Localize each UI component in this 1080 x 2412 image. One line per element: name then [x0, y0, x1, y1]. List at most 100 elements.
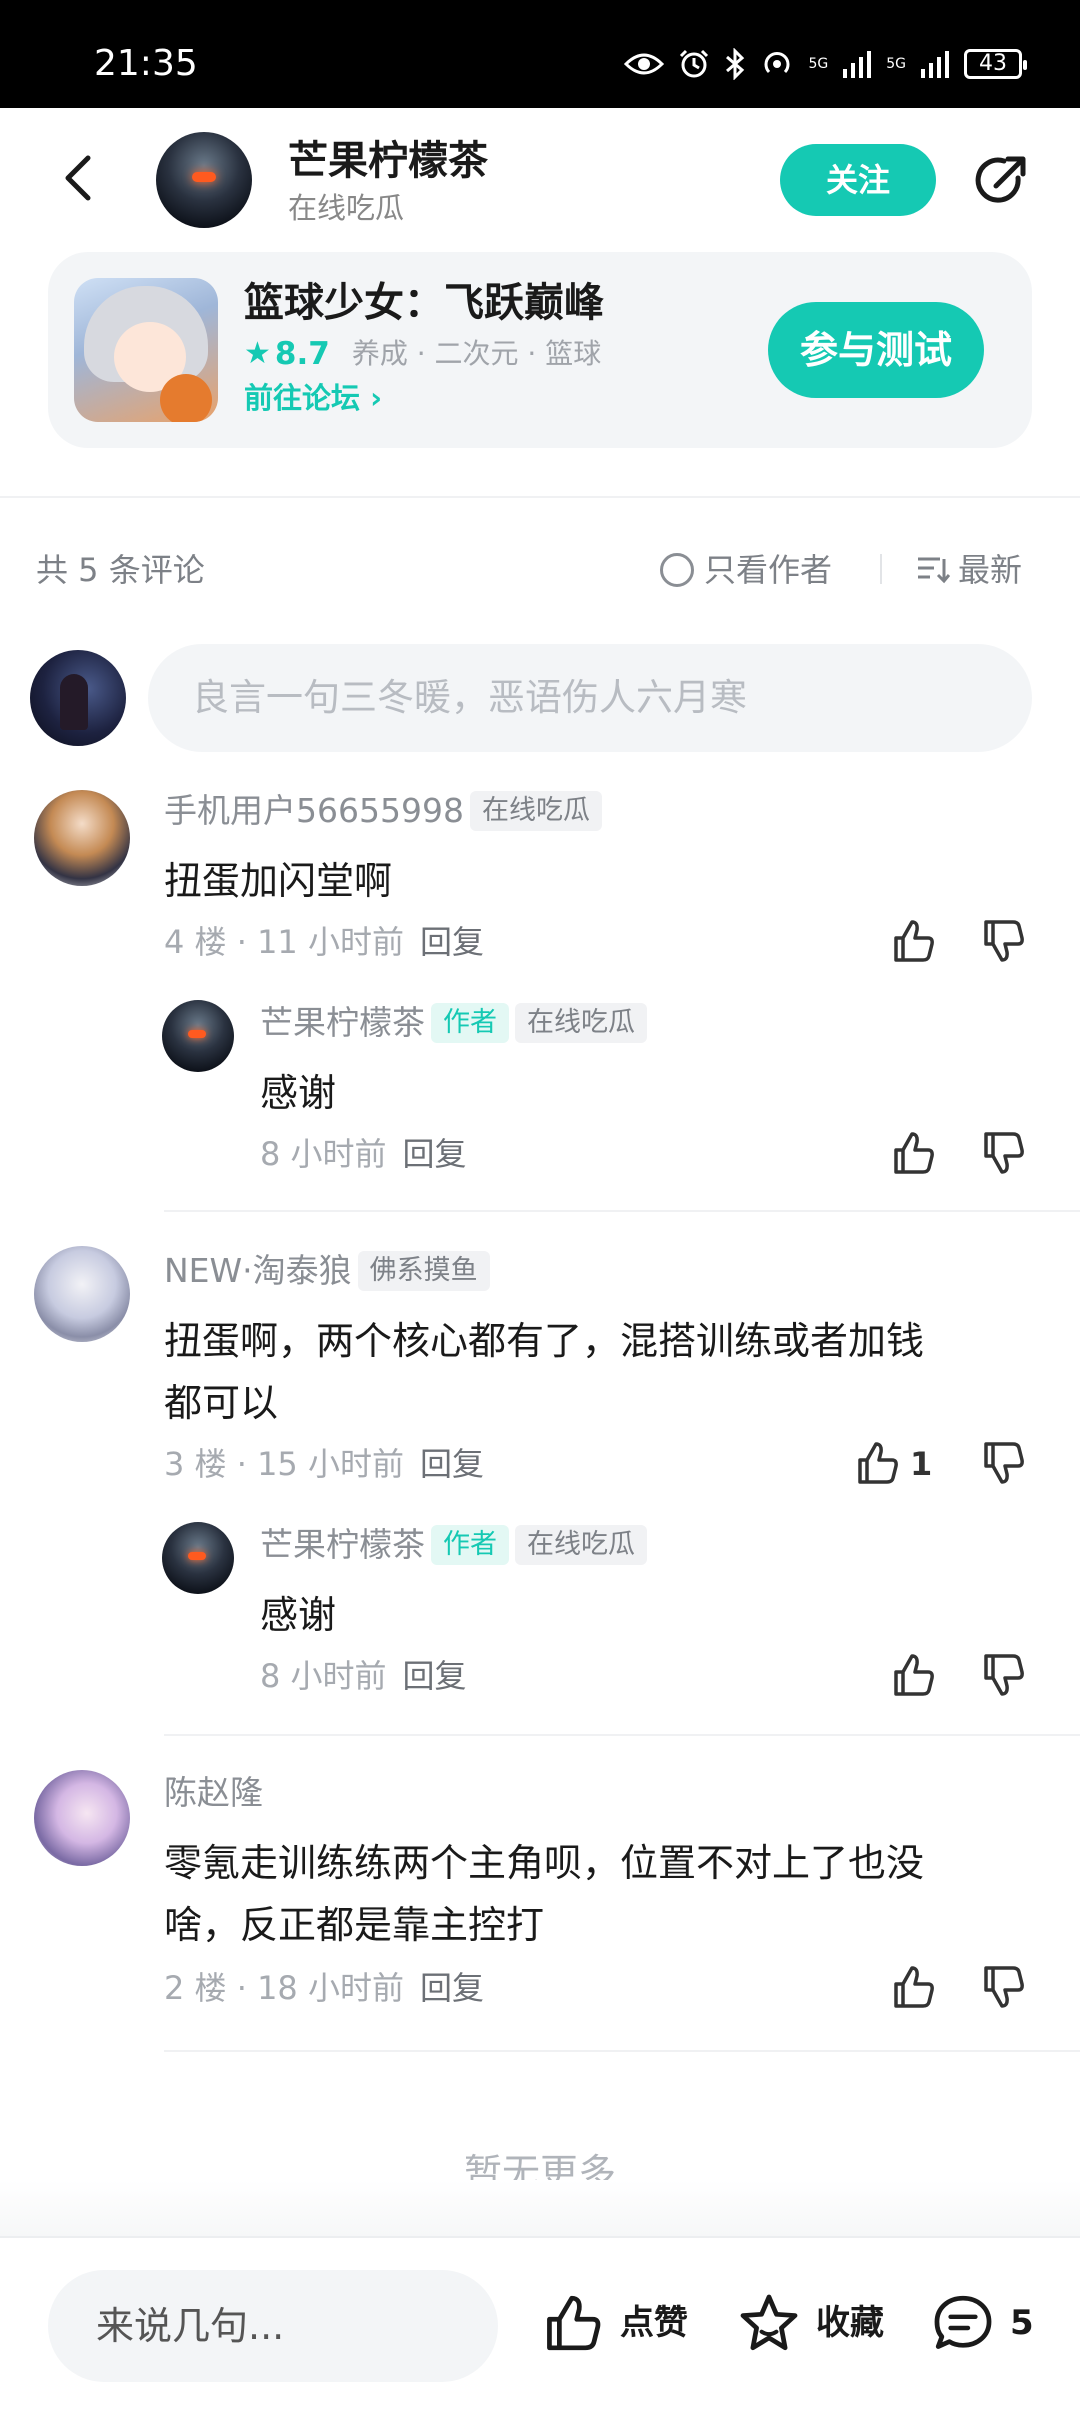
- comment-bubble-icon: [934, 2295, 992, 2349]
- share-icon[interactable]: [968, 148, 1034, 214]
- user-tag: 佛系摸鱼: [357, 1251, 490, 1291]
- favorite-button[interactable]: 收藏: [736, 2292, 884, 2354]
- reply-button[interactable]: 回复: [420, 1969, 484, 2007]
- like-button[interactable]: 点赞: [540, 2292, 688, 2354]
- thumbs-up-icon[interactable]: [888, 1650, 938, 1700]
- thumbs-down-icon[interactable]: [978, 1128, 1028, 1178]
- comments-button[interactable]: 5: [930, 2292, 1034, 2354]
- comment-time: 11 小时前: [257, 923, 404, 961]
- reply-button[interactable]: 回复: [403, 1135, 467, 1173]
- reply-meta: 8 小时前 回复: [260, 1656, 467, 1696]
- commenter-avatar[interactable]: [34, 790, 130, 886]
- author-only-toggle[interactable]: 只看作者: [660, 550, 832, 590]
- toolbar-divider: [880, 554, 882, 584]
- commenter-name[interactable]: 手机用户56655998 在线吃瓜: [164, 790, 602, 832]
- author-avatar[interactable]: [156, 132, 252, 228]
- signal-label-5g: 5G: [808, 56, 829, 72]
- game-icon[interactable]: [74, 278, 218, 422]
- signal-icon: [843, 51, 872, 78]
- reply-avatar[interactable]: [162, 1000, 234, 1072]
- say-something-input[interactable]: 来说几句...: [48, 2270, 498, 2382]
- sort-toggle[interactable]: 最新: [916, 550, 1022, 590]
- author-name[interactable]: 芒果柠檬茶: [288, 136, 488, 186]
- like-label: 点赞: [620, 2303, 688, 2343]
- user-tag: 在线吃瓜: [515, 1525, 647, 1565]
- reply-button[interactable]: 回复: [420, 1445, 484, 1483]
- comment-meta: 2 楼 · 18 小时前 回复: [164, 1969, 484, 2007]
- user-tag: 在线吃瓜: [469, 791, 602, 831]
- game-card[interactable]: 篮球少女：飞跃巅峰 ★ 8.7 养成 · 二次元 · 篮球 前往论坛 › 参与测…: [48, 252, 1032, 448]
- forum-link[interactable]: 前往论坛 ›: [244, 380, 382, 416]
- sort-icon: [918, 557, 950, 584]
- comment-count: 共 5 条评论: [36, 551, 205, 589]
- thumbs-up-icon[interactable]: [888, 1962, 938, 2012]
- like-count: 1: [910, 1445, 933, 1483]
- my-avatar[interactable]: [30, 650, 126, 746]
- thumbs-up-icon[interactable]: [888, 1128, 938, 1178]
- join-test-button[interactable]: 参与测试: [768, 302, 984, 398]
- divider: [0, 496, 1080, 498]
- thumbs-down-icon[interactable]: [978, 916, 1028, 966]
- comment-floor: 2 楼: [164, 1969, 227, 2007]
- follow-button[interactable]: 关注: [780, 144, 936, 216]
- bottom-action-bar: 来说几句... 点赞 收藏 5: [0, 2236, 1080, 2412]
- alarm-icon: [680, 49, 709, 78]
- comment-divider: [164, 1210, 1080, 1212]
- thumbs-up-icon[interactable]: [852, 1438, 902, 1488]
- reply-author-name[interactable]: 芒果柠檬茶 作者 在线吃瓜: [260, 1002, 647, 1044]
- thumbs-down-icon[interactable]: [978, 1438, 1028, 1488]
- comment-text: 零氪走训练练两个主角呗，位置不对上了也没 啥，反正都是靠主控打: [164, 1832, 924, 1956]
- thumbs-down-icon[interactable]: [978, 1650, 1028, 1700]
- reply-author-name-text: 芒果柠檬茶: [260, 1003, 425, 1042]
- game-tags: 养成 · 二次元 · 篮球: [351, 337, 602, 370]
- signal-icon-2: [921, 51, 949, 78]
- reply-author-name[interactable]: 芒果柠檬茶 作者 在线吃瓜: [260, 1524, 647, 1566]
- commenter-name-text: 手机用户56655998: [164, 791, 464, 830]
- comment-time: 15 小时前: [257, 1445, 404, 1483]
- author-badge: 作者: [431, 1525, 509, 1565]
- status-icons: 5G 5G 43: [624, 48, 1027, 80]
- signal-label-5g-2: 5G: [886, 56, 906, 72]
- forum-link-label: 前往论坛: [244, 381, 361, 415]
- comment-text-line: 扭蛋啊，两个核心都有了，混搭训练或者加钱: [164, 1319, 925, 1363]
- comment-floor: 4 楼: [164, 923, 227, 961]
- battery-icon: 43: [964, 49, 1027, 79]
- reply-text: 感谢: [260, 1071, 337, 1115]
- favorite-label: 收藏: [816, 2303, 884, 2343]
- reply-button[interactable]: 回复: [403, 1657, 467, 1695]
- chevron-right-icon: ›: [370, 381, 383, 415]
- commenter-avatar[interactable]: [34, 1246, 130, 1342]
- thumbs-up-icon: [547, 2295, 601, 2351]
- reply-time: 8 小时前: [260, 1657, 387, 1695]
- author-badge: 作者: [431, 1003, 509, 1043]
- commenter-avatar[interactable]: [34, 1770, 130, 1866]
- radio-icon: [660, 553, 694, 587]
- game-meta: ★ 8.7 养成 · 二次元 · 篮球: [244, 336, 601, 372]
- reply-author-name-text: 芒果柠檬茶: [260, 1525, 425, 1564]
- reply-time: 8 小时前: [260, 1135, 387, 1173]
- star-icon: ★: [244, 336, 271, 371]
- commenter-name[interactable]: NEW·淘泰狼 佛系摸鱼: [164, 1250, 490, 1292]
- reply-text: 感谢: [260, 1593, 337, 1637]
- comment-text: 扭蛋加闪堂啊: [164, 859, 393, 903]
- post-header: 芒果柠檬茶 在线吃瓜 关注: [0, 108, 1080, 248]
- comment-meta: 4 楼 · 11 小时前 回复: [164, 923, 484, 961]
- comment-input[interactable]: 良言一句三冬暖，恶语伤人六月寒: [148, 644, 1032, 752]
- comment-meta: 3 楼 · 15 小时前 回复: [164, 1445, 484, 1483]
- game-title[interactable]: 篮球少女：飞跃巅峰: [244, 278, 604, 328]
- status-time: 21:35: [94, 43, 198, 84]
- reply-avatar[interactable]: [162, 1522, 234, 1594]
- commenter-name-text: NEW·淘泰狼: [164, 1251, 352, 1290]
- author-subtitle: 在线吃瓜: [288, 191, 405, 225]
- comment-text: 扭蛋啊，两个核心都有了，混搭训练或者加钱 都可以: [164, 1310, 924, 1434]
- bluetooth-icon: [726, 48, 745, 80]
- back-arrow-icon[interactable]: [50, 148, 110, 208]
- eye-icon: [624, 53, 665, 75]
- thumbs-up-icon[interactable]: [888, 916, 938, 966]
- sort-label: 最新: [958, 551, 1023, 589]
- commenter-name[interactable]: 陈赵隆: [164, 1772, 263, 1814]
- hotspot-icon: [764, 52, 790, 74]
- commenter-name-text: 陈赵隆: [164, 1773, 263, 1812]
- reply-button[interactable]: 回复: [420, 923, 484, 961]
- thumbs-down-icon[interactable]: [978, 1962, 1028, 2012]
